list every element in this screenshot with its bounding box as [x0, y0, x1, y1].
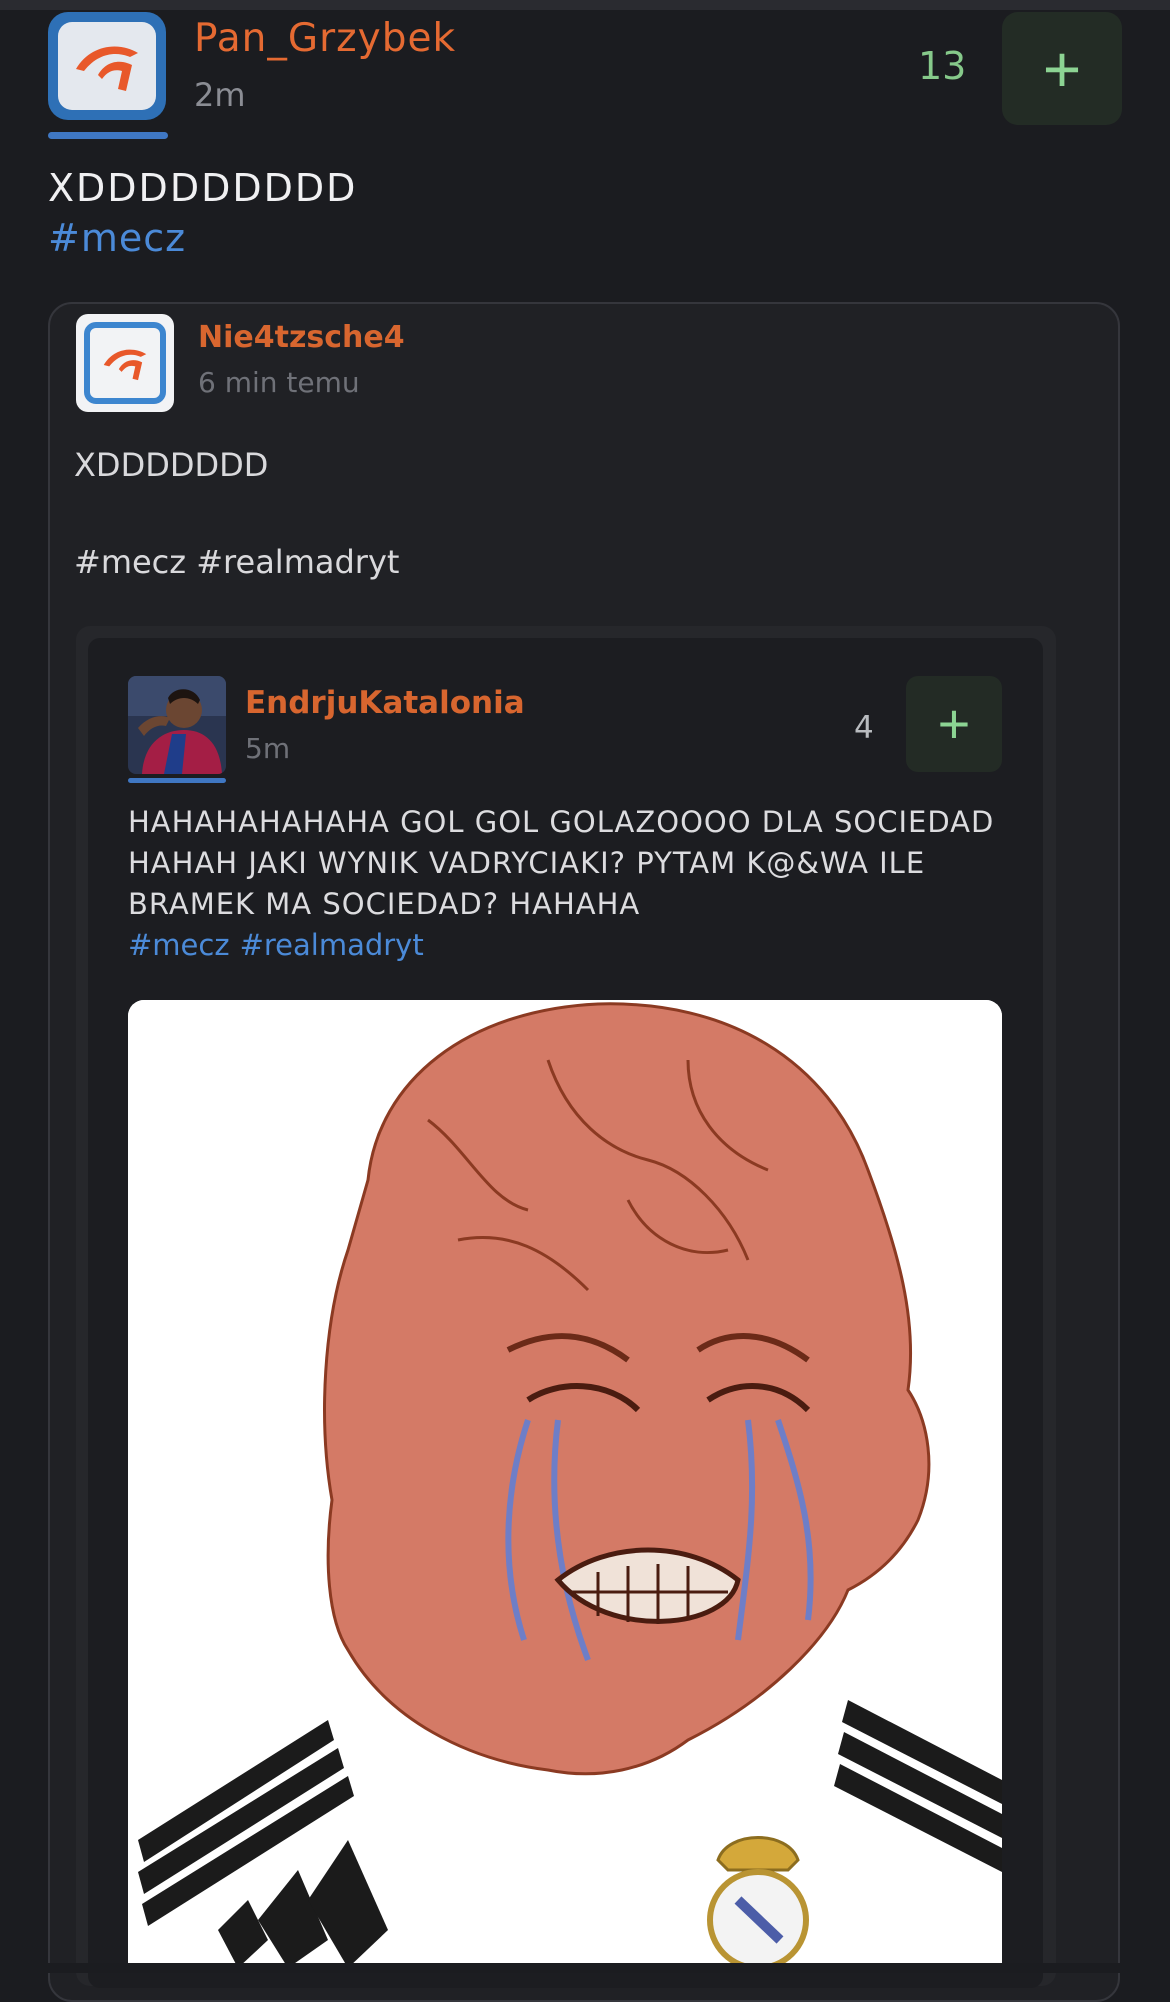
nested-username: EndrjuKatalonia [245, 685, 525, 721]
hashtag-link[interactable]: #mecz [48, 216, 186, 260]
quoted-post-text: XDDDDDDD [74, 446, 269, 484]
nested-user-avatar[interactable] [128, 676, 226, 774]
vote-count: 13 [918, 44, 967, 88]
user-avatar[interactable] [48, 12, 166, 120]
bird-logo-icon [84, 322, 166, 404]
top-divider [0, 0, 1170, 10]
quoted-user-avatar[interactable] [76, 314, 174, 412]
hashtag-link: #realmadryt [239, 928, 424, 962]
plus-icon: + [1042, 31, 1082, 106]
plus-icon: + [937, 692, 971, 755]
quoted-post-time: 6 min temu [198, 366, 360, 399]
nested-post-text: HAHAHAHAHAHA GOL GOL GOLAZOOOO DLA SOCIE… [128, 805, 995, 921]
real-madrid-crest-icon [707, 1836, 809, 1968]
hashtag-link: #mecz [128, 928, 230, 962]
post-text: XDDDDDDDDD [48, 166, 358, 210]
post-time: 2m [194, 76, 246, 114]
meme-image[interactable] [128, 1000, 1002, 1968]
username[interactable]: Pan_Grzybek [194, 16, 456, 61]
bird-logo-icon [58, 22, 156, 110]
nested-vote-count: 4 [854, 710, 874, 746]
upvote-button[interactable]: + [1002, 12, 1122, 125]
nested-post-time: 5m [245, 732, 291, 765]
avatar-underline [128, 778, 226, 783]
quoted-username[interactable]: Nie4tzsche4 [198, 320, 405, 355]
nested-upvote-button: + [906, 676, 1002, 772]
bottom-edge [0, 1963, 1170, 1973]
nested-post-tags: #mecz #realmadryt [128, 928, 434, 962]
avatar-underline [48, 132, 168, 139]
quoted-post-tags: #mecz #realmadryt [74, 543, 400, 581]
